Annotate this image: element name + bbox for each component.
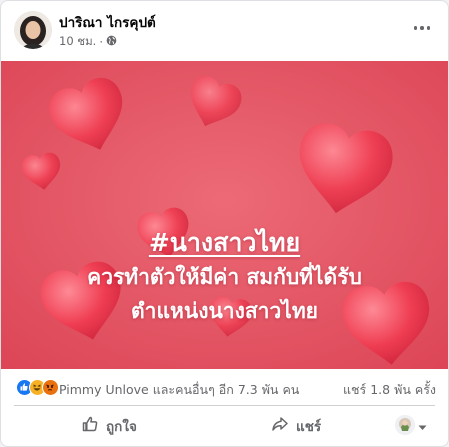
author-name[interactable]: ปาริณา ไกรคุปต์ — [59, 11, 156, 33]
more-options-icon[interactable] — [407, 15, 437, 41]
image-text-overlay: #นางสาวไทย ควรทำตัวให้มีค่า สมกับที่ได้ร… — [1, 226, 448, 328]
share-button[interactable]: แชร์ — [271, 410, 321, 442]
share-icon — [271, 415, 289, 437]
reactors-summary[interactable]: Pimmy Unlove และคนอื่นๆ อีก 7.3 พัน คน — [59, 380, 299, 400]
post-timestamp[interactable]: 10 ชม. — [59, 33, 96, 51]
post-image[interactable]: #นางสาวไทย ควรทำตัวให้มีค่า สมกับที่ได้ร… — [1, 61, 448, 369]
chevron-down-icon — [418, 416, 427, 435]
image-caption-line-2: ตำแหน่งนางสาวไทย — [131, 299, 318, 323]
reaction-audience-selector[interactable] — [395, 415, 427, 435]
hashtag-link[interactable]: #นางสาวไทย — [1, 226, 448, 260]
shares-count[interactable]: แชร์ 1.8 พัน ครั้ง — [343, 380, 436, 400]
globe-icon[interactable] — [106, 35, 117, 49]
like-button[interactable]: ถูกใจ — [81, 410, 137, 442]
post-header: ปาริณา ไกรคุปต์ 10 ชม. · — [1, 1, 448, 61]
post-card: ปาริณา ไกรคุปต์ 10 ชม. · #นางสาวไทย ควรท… — [0, 0, 449, 447]
angry-reaction-icon — [42, 379, 59, 396]
post-meta: 10 ชม. · — [59, 33, 117, 51]
profile-avatar-icon — [395, 415, 415, 435]
author-avatar[interactable] — [14, 11, 52, 49]
like-label: ถูกใจ — [106, 419, 137, 435]
image-caption-line-1: ควรทำตัวให้มีค่า สมกับที่ได้รับ — [87, 265, 362, 289]
share-label: แชร์ — [296, 419, 322, 435]
meta-separator: · — [99, 35, 103, 49]
like-icon — [81, 415, 99, 437]
post-actions: ถูกใจ แชร์ — [1, 406, 448, 446]
post-stats: Pimmy Unlove และคนอื่นๆ อีก 7.3 พัน คน แ… — [1, 371, 448, 403]
